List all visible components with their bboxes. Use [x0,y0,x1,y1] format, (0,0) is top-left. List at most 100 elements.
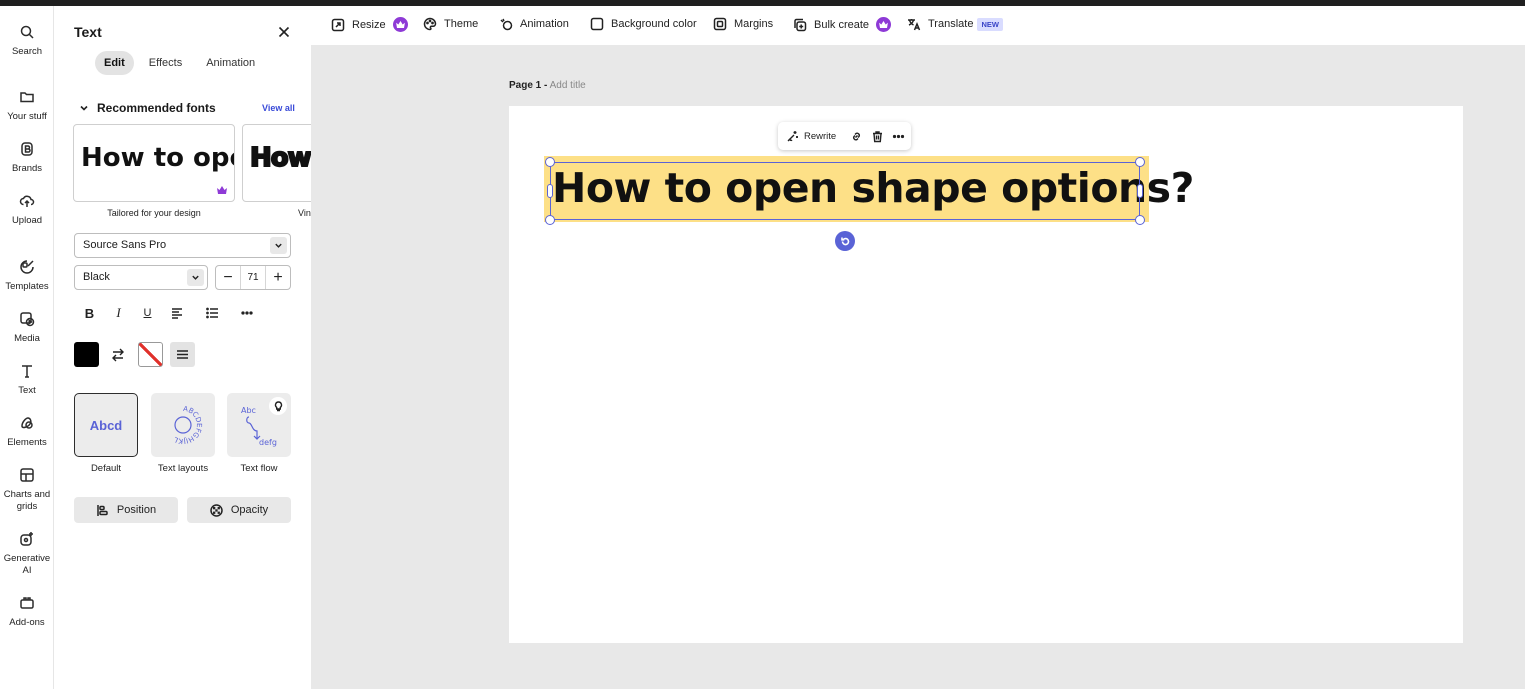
font-sample: How [249,142,311,174]
resize-handle-top-left[interactable] [545,157,555,167]
increase-font-size-button[interactable]: + [266,266,290,289]
resize-button[interactable]: Resize [331,17,408,32]
premium-crown-icon [217,186,227,194]
text-element[interactable]: How to open shape options? [544,156,1194,222]
resize-handle-left[interactable] [547,184,553,198]
opacity-icon [210,503,223,517]
position-button[interactable]: Position [74,497,178,523]
resize-handle-bottom-left[interactable] [545,215,555,225]
tab-edit[interactable]: Edit [95,51,134,75]
italic-button[interactable]: I [104,302,133,324]
rail-item-search[interactable]: Search [0,24,54,58]
rail-item-templates[interactable]: Templates [0,259,54,293]
left-rail: Search Your stuff Brands Upload Template… [0,6,54,689]
resize-handle-top-right[interactable] [1135,157,1145,167]
align-left-button[interactable] [162,302,191,324]
translate-button[interactable]: Translate NEW [907,17,1003,31]
delete-button[interactable] [871,130,884,143]
resize-handle-right[interactable] [1137,184,1143,198]
position-icon [97,504,108,516]
view-all-link[interactable]: View all [262,103,295,113]
style-text-layouts[interactable]: ABCDEFGHIJKL [151,393,215,457]
add-title-link[interactable]: Add title [550,80,586,91]
close-panel-button[interactable] [276,24,292,40]
rail-item-upload[interactable]: Upload [0,193,54,227]
recommended-fonts-toggle[interactable]: Recommended fonts [79,101,216,115]
bullet-list-icon [205,307,218,319]
rail-item-label: Brands [11,163,43,174]
more-horizontal-icon [893,134,905,138]
design-page[interactable]: Rewrite How to open shape options? [509,106,1463,643]
lightbulb-icon [269,397,287,415]
background-color-label: Background color [611,18,697,30]
panel-title: Text [74,24,102,40]
bulk-create-icon [794,18,807,31]
bulk-create-button[interactable]: Bulk create [793,17,892,32]
swap-colors-button[interactable] [110,347,126,363]
close-icon [278,26,290,38]
background-color-button[interactable]: Background color [590,17,701,31]
circular-text-icon: ABCDEFGHIJKL [173,405,203,445]
trash-icon [873,130,883,142]
link-button[interactable] [850,130,863,143]
more-options-button[interactable] [892,130,905,143]
charts-icon [20,468,34,482]
font-card-vin[interactable]: How [242,124,311,202]
rail-item-charts-and-grids[interactable]: Charts and grids [0,467,54,513]
rail-item-text[interactable]: Text [0,363,54,397]
style-default[interactable]: Abcd [74,393,138,457]
font-family-select[interactable]: Source Sans Pro [74,233,291,258]
style-preview: Abcd [89,417,123,433]
rotate-handle[interactable] [835,231,855,251]
font-family-value: Source Sans Pro [83,239,167,251]
rail-item-your-stuff[interactable]: Your stuff [0,89,54,123]
more-options-button[interactable] [232,302,261,324]
text-panel: Text Edit Effects Animation Recommended … [55,6,311,689]
rail-item-label: Generative AI [3,553,51,576]
highlight-color-swatch[interactable] [138,342,163,367]
stroke-lines-icon [177,350,188,359]
stroke-button[interactable] [170,342,195,367]
rail-item-label: Search [11,46,43,57]
tab-animation[interactable]: Animation [197,51,264,75]
bullet-list-button[interactable] [197,302,226,324]
rail-item-label: Media [14,333,40,344]
theme-button[interactable]: Theme [423,17,478,31]
bold-button[interactable]: B [75,302,104,324]
text-element-content[interactable]: How to open shape options? [552,159,1194,217]
font-weight-select[interactable]: Black [74,265,208,290]
rail-item-generative-ai[interactable]: Generative AI [0,531,54,577]
tab-effects[interactable]: Effects [140,51,191,75]
rail-item-media[interactable]: Media [0,311,54,345]
top-toolbar: Resize Theme Animation Background color … [311,6,1525,46]
resize-handle-bottom-right[interactable] [1135,215,1145,225]
animation-button[interactable]: Animation [499,17,569,31]
margins-button[interactable]: Margins [713,17,773,31]
rewrite-wand-icon [787,130,798,141]
font-card-tailored[interactable]: How to open [73,124,235,202]
style-label: Text flow [240,463,278,474]
rewrite-button[interactable]: Rewrite [786,130,836,143]
rewrite-label: Rewrite [804,130,837,142]
underline-button[interactable]: U [133,302,162,324]
font-size-input[interactable]: 71 [240,266,266,289]
templates-icon [20,260,34,274]
opacity-button[interactable]: Opacity [187,497,291,523]
margins-icon [713,17,727,31]
font-card-label: Tailored for your design [107,208,201,218]
canvas-area: Page 1 - Add title Rewrite How to open s… [311,46,1525,689]
decrease-font-size-button[interactable]: − [216,266,240,289]
bulk-create-label: Bulk create [814,18,870,31]
rail-item-brands[interactable]: Brands [0,141,54,175]
brand-icon [21,142,33,156]
svg-text:defg: defg [259,438,277,447]
opacity-label: Opacity [230,504,269,516]
resize-label: Resize [352,18,386,31]
style-label: Default [90,463,122,474]
chevron-down-icon [187,269,204,286]
rail-item-add-ons[interactable]: Add-ons [0,595,54,629]
text-color-swatch[interactable] [74,342,99,367]
translate-label: Translate [928,18,974,30]
rail-item-elements[interactable]: Elements [0,415,54,449]
rail-item-label: Text [18,385,36,396]
